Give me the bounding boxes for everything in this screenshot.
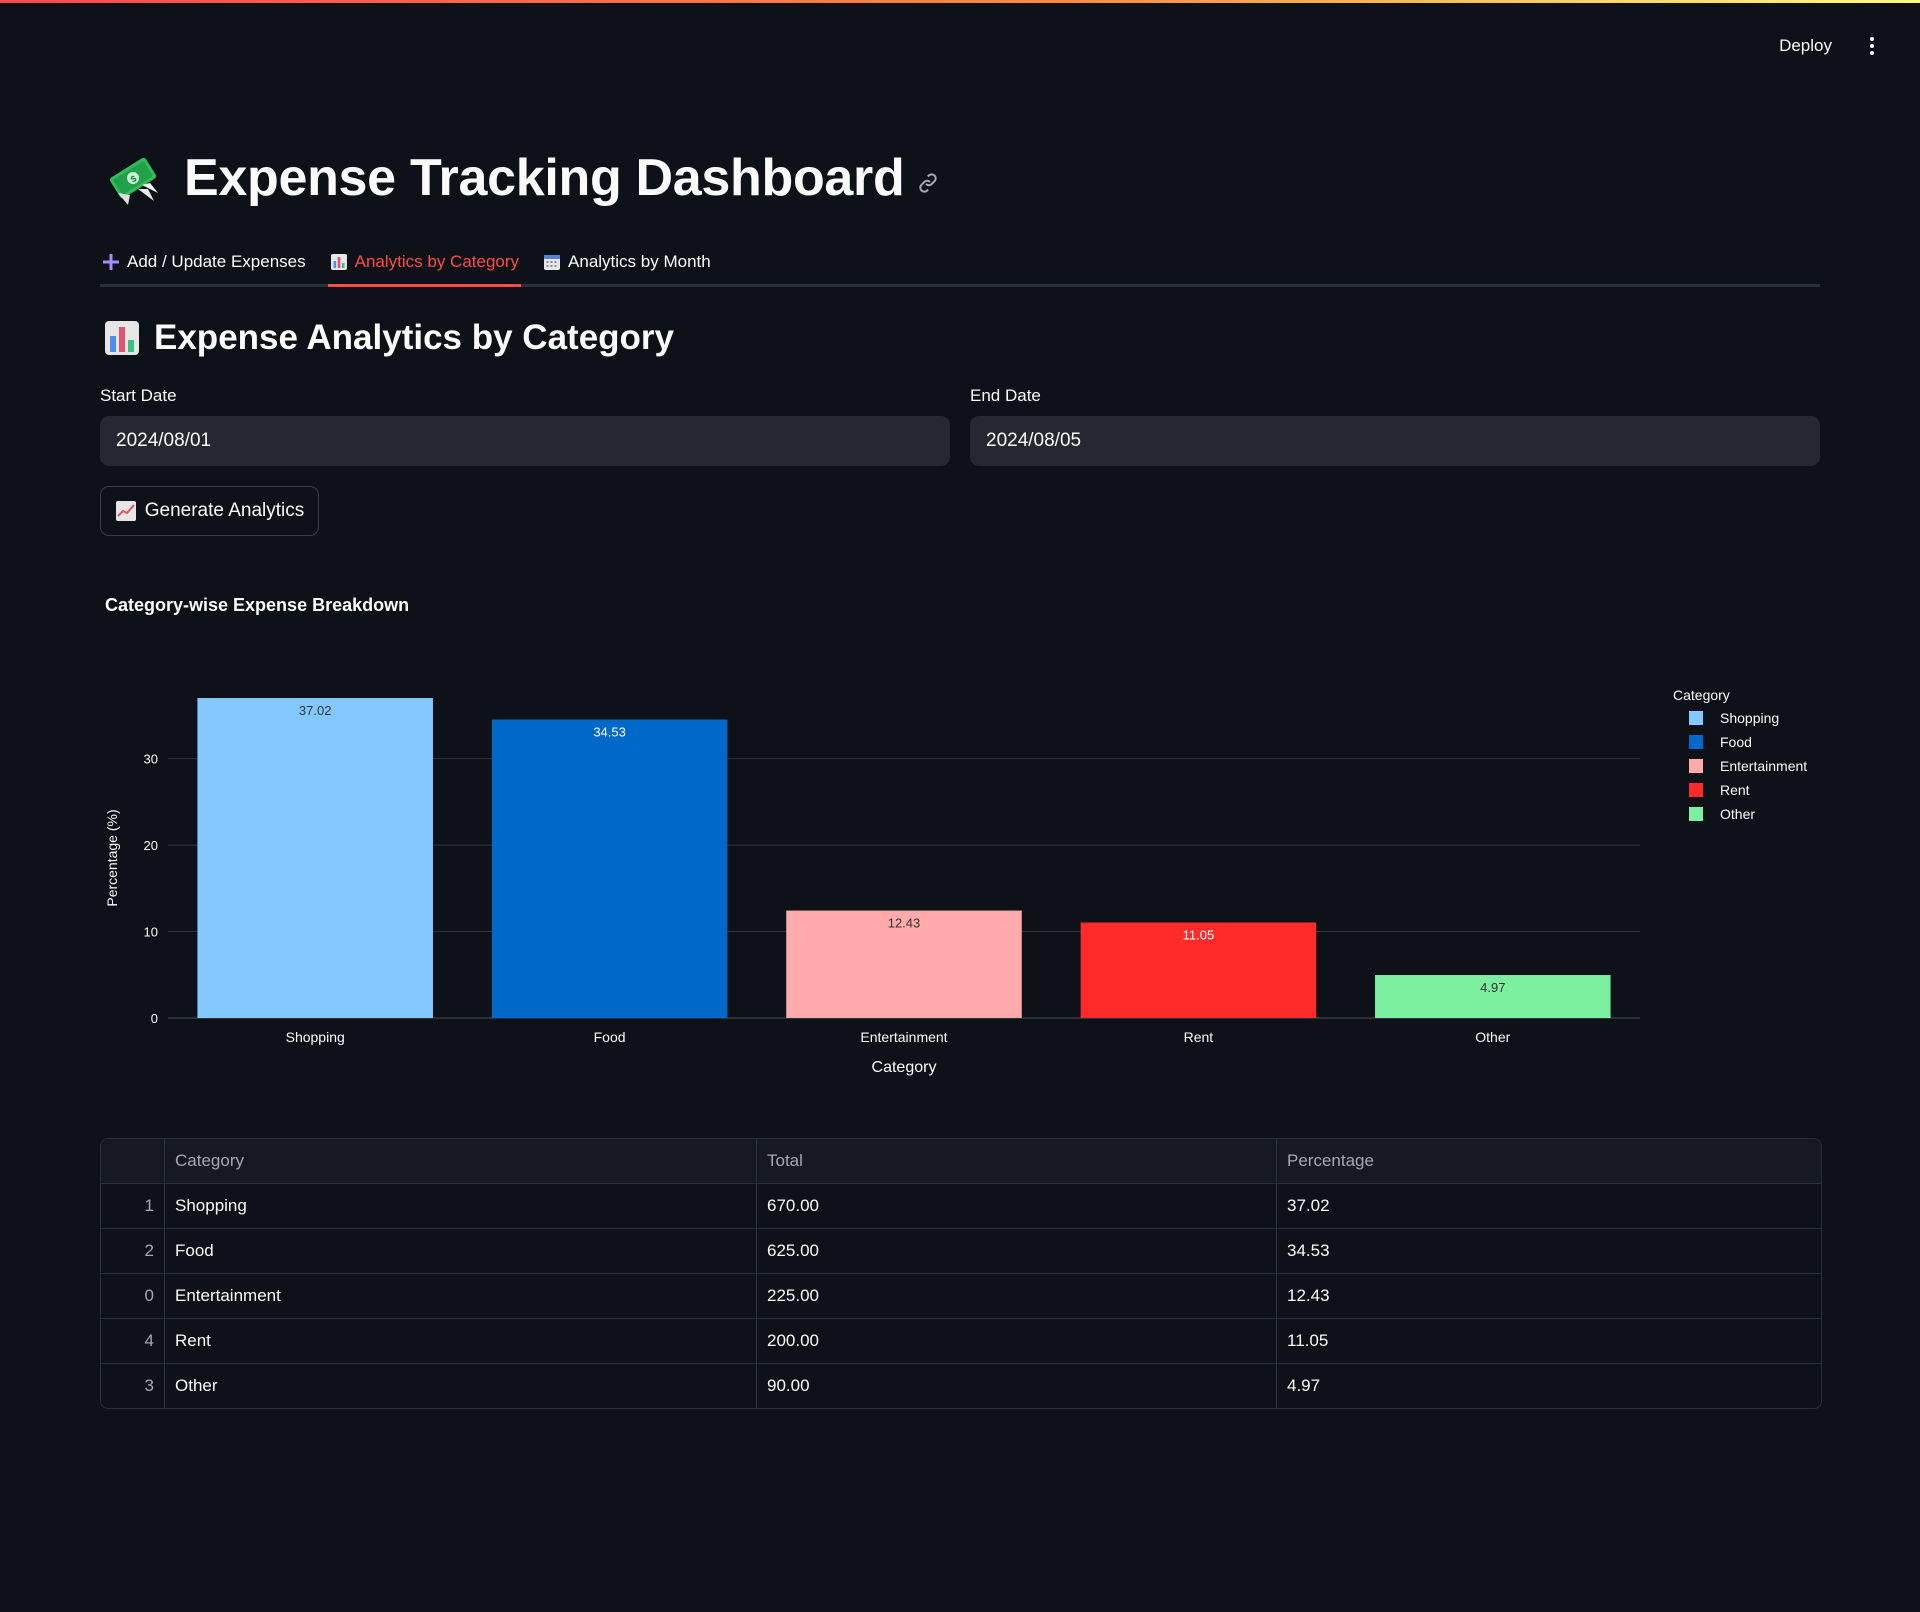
section-title: Expense Analytics by Category bbox=[154, 318, 675, 357]
table-header-percentage[interactable]: Percentage bbox=[1277, 1139, 1821, 1183]
calendar-icon bbox=[544, 255, 561, 270]
plus-icon bbox=[103, 254, 119, 270]
legend-title: Category bbox=[1673, 687, 1730, 703]
end-date-label: End Date bbox=[970, 386, 1041, 405]
table-cell-category[interactable]: Other bbox=[165, 1364, 757, 1408]
generate-analytics-button[interactable]: Generate Analytics bbox=[100, 486, 319, 536]
data-label: 4.97 bbox=[1480, 980, 1505, 995]
chart-title: Category-wise Expense Breakdown bbox=[105, 595, 409, 615]
top-decoration-bar bbox=[0, 0, 1920, 3]
table-cell-total[interactable]: 670.00 bbox=[757, 1184, 1277, 1228]
page-title: Expense Tracking Dashboard bbox=[184, 149, 905, 207]
legend-item: Shopping bbox=[1720, 710, 1779, 726]
chart-increasing-icon bbox=[115, 501, 136, 521]
legend-item: Other bbox=[1720, 806, 1755, 822]
table-cell-index: 2 bbox=[101, 1229, 165, 1273]
start-date-input[interactable] bbox=[100, 416, 950, 466]
table-cell-category[interactable]: Rent bbox=[165, 1319, 757, 1363]
x-tick-label: Other bbox=[1475, 1029, 1510, 1045]
legend-item: Rent bbox=[1720, 782, 1750, 798]
table-cell-category[interactable]: Food bbox=[165, 1229, 757, 1273]
table-row[interactable]: 0 Entertainment 225.00 12.43 bbox=[101, 1274, 1821, 1319]
tab-analytics-by-category[interactable]: Analytics by Category bbox=[327, 240, 522, 287]
legend-item: Food bbox=[1720, 734, 1752, 750]
table-row[interactable]: 1 Shopping 670.00 37.02 bbox=[101, 1184, 1821, 1229]
table-cell-index: 3 bbox=[101, 1364, 165, 1408]
table-cell-total[interactable]: 90.00 bbox=[757, 1364, 1277, 1408]
start-date-label: Start Date bbox=[100, 386, 177, 405]
tab-label: Analytics by Category bbox=[354, 252, 520, 271]
legend-swatch bbox=[1689, 711, 1703, 725]
table-cell-percentage[interactable]: 11.05 bbox=[1277, 1319, 1821, 1363]
table-header-row: Category Total Percentage bbox=[101, 1139, 1821, 1184]
bar bbox=[491, 719, 728, 1018]
page-header: $ Expense Tracking Dashboard bbox=[104, 148, 940, 208]
section-heading: Expense Analytics by Category bbox=[104, 318, 674, 358]
table-cell-total[interactable]: 625.00 bbox=[757, 1229, 1277, 1273]
y-tick-label: 20 bbox=[144, 838, 158, 853]
legend-swatch bbox=[1689, 783, 1703, 797]
table-row[interactable]: 2 Food 625.00 34.53 bbox=[101, 1229, 1821, 1274]
tab-analytics-by-month[interactable]: Analytics by Month bbox=[541, 240, 713, 284]
x-tick-label: Entertainment bbox=[860, 1029, 947, 1045]
table-cell-total[interactable]: 200.00 bbox=[757, 1319, 1277, 1363]
x-tick-label: Food bbox=[594, 1029, 626, 1045]
legend-item: Entertainment bbox=[1720, 758, 1807, 774]
bar-chart-icon bbox=[105, 321, 139, 355]
table-row[interactable]: 3 Other 90.00 4.97 bbox=[101, 1364, 1821, 1408]
generate-analytics-label: Generate Analytics bbox=[144, 500, 305, 521]
legend-swatch bbox=[1689, 807, 1703, 821]
table-cell-index: 0 bbox=[101, 1274, 165, 1318]
category-bar-chart: Category-wise Expense Breakdown 0 10 20 30 37… bbox=[0, 590, 1920, 1090]
table-header-index bbox=[101, 1139, 165, 1183]
data-label: 37.02 bbox=[299, 703, 332, 718]
table-header-total[interactable]: Total bbox=[757, 1139, 1277, 1183]
tab-label: Add / Update Expenses bbox=[127, 252, 306, 271]
tab-label: Analytics by Month bbox=[568, 252, 711, 271]
y-tick-label: 10 bbox=[144, 925, 158, 940]
bar bbox=[197, 698, 433, 1018]
legend-swatch bbox=[1689, 759, 1703, 773]
category-data-table[interactable]: Category Total Percentage 1 Shopping 670… bbox=[100, 1138, 1822, 1409]
table-header-category[interactable]: Category bbox=[165, 1139, 757, 1183]
table-cell-percentage[interactable]: 12.43 bbox=[1277, 1274, 1821, 1318]
legend-swatch bbox=[1689, 735, 1703, 749]
app-toolbar: Deploy bbox=[1773, 32, 1880, 60]
table-cell-category[interactable]: Entertainment bbox=[165, 1274, 757, 1318]
table-cell-percentage[interactable]: 34.53 bbox=[1277, 1229, 1821, 1273]
table-cell-percentage[interactable]: 4.97 bbox=[1277, 1364, 1821, 1408]
bar-chart-icon bbox=[330, 254, 347, 270]
anchor-link-icon[interactable] bbox=[916, 171, 940, 195]
deploy-button[interactable]: Deploy bbox=[1773, 32, 1838, 60]
data-label: 12.43 bbox=[888, 916, 921, 931]
data-label: 34.53 bbox=[593, 725, 626, 740]
data-label: 11.05 bbox=[1183, 927, 1215, 942]
table-cell-category[interactable]: Shopping bbox=[165, 1184, 757, 1228]
y-tick-label: 0 bbox=[151, 1011, 158, 1026]
tab-bar: Add / Update Expenses Analytics by Categ… bbox=[100, 240, 1820, 287]
money-with-wings-icon: $ bbox=[109, 157, 158, 205]
x-tick-label: Shopping bbox=[286, 1029, 345, 1045]
table-cell-index: 4 bbox=[101, 1319, 165, 1363]
main-menu-icon[interactable] bbox=[1864, 33, 1880, 59]
tab-add-update-expenses[interactable]: Add / Update Expenses bbox=[100, 240, 308, 284]
table-row[interactable]: 4 Rent 200.00 11.05 bbox=[101, 1319, 1821, 1364]
y-axis-label: Percentage (%) bbox=[104, 809, 120, 906]
table-cell-percentage[interactable]: 37.02 bbox=[1277, 1184, 1821, 1228]
y-tick-label: 30 bbox=[144, 752, 158, 767]
table-cell-index: 1 bbox=[101, 1184, 165, 1228]
table-cell-total[interactable]: 225.00 bbox=[757, 1274, 1277, 1318]
end-date-input[interactable] bbox=[970, 416, 1820, 466]
x-tick-label: Rent bbox=[1184, 1029, 1214, 1045]
x-axis-label: Category bbox=[872, 1059, 937, 1076]
